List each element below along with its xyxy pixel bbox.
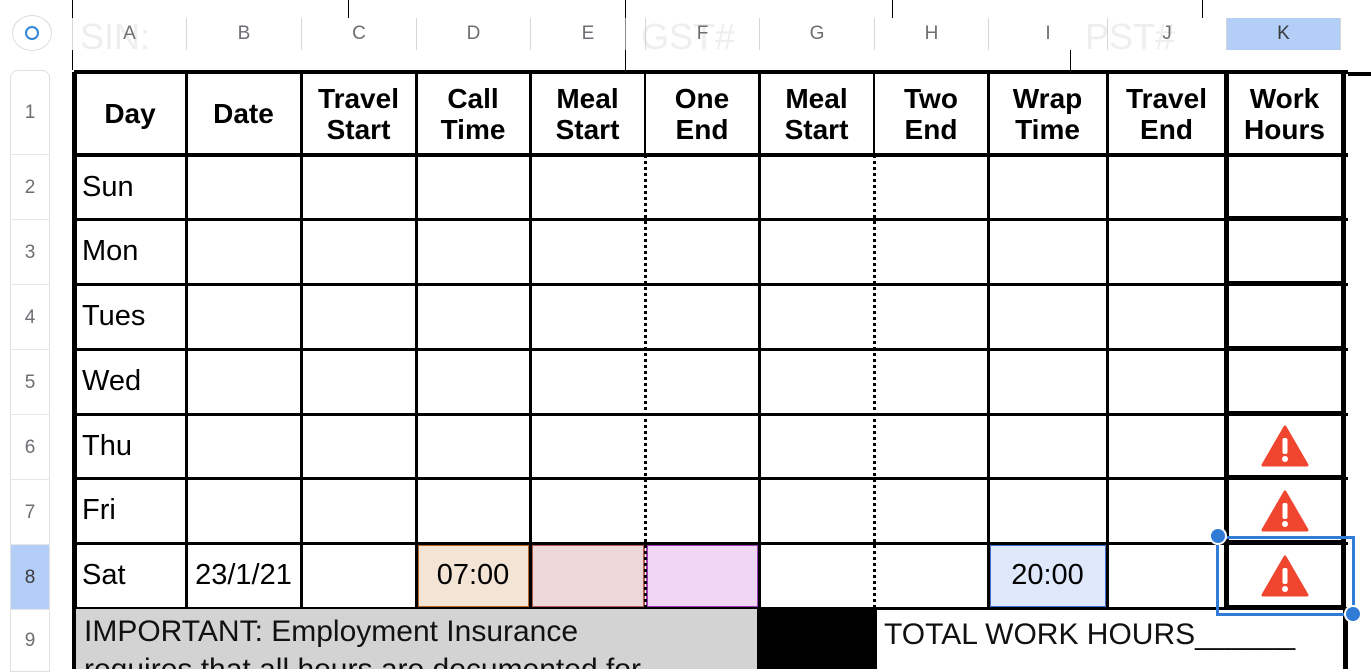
header-text: Work [1249,82,1320,114]
grid-col-line [873,72,875,155]
day-cell[interactable]: Sat [74,543,186,608]
header-text: Hours [1244,113,1325,145]
header-3: Call Time [416,72,530,155]
grid-col-line [758,72,761,608]
meal-start-cell-highlight[interactable] [531,544,645,608]
header-text: Two [904,82,958,114]
important-note-line2: requires that all hours are documented f… [84,653,641,669]
day-cell[interactable]: Fri [74,478,186,543]
header-text: Date [213,98,274,129]
day-cell[interactable]: Mon [74,219,186,284]
header-text: Time [440,113,506,145]
one-end-cell-highlight[interactable] [646,544,759,608]
header-0: Day [74,72,186,155]
header-text: Meal [785,82,848,114]
grid-row-line [74,477,1348,480]
work-hours-row-line [1226,475,1346,480]
header-text: Call [447,82,499,114]
grid-col-line [415,72,418,608]
grid-col-dashed [644,155,647,608]
work-hours-row-line [1226,346,1346,351]
important-note: IMPORTANT: Employment Insurance requires… [76,609,757,669]
selection-handle-top[interactable] [1209,527,1227,545]
header-text: Start [555,113,620,145]
grid-col-line [529,72,532,608]
header-4: Meal Start [530,72,645,155]
date-cell-sat[interactable]: 23/1/21 [186,543,301,608]
header-text: Day [104,98,156,129]
header-text: End [1140,113,1193,145]
work-hours-row-line [1226,216,1346,221]
grid-row-line [74,542,1348,545]
header-text: Travel [318,82,399,114]
header-1: Date [186,72,301,155]
grid-col-line [1224,72,1229,608]
header-2: Travel Start [301,72,416,155]
selection-handle-bottom[interactable] [1344,605,1362,623]
day-cell[interactable]: Sun [74,155,186,219]
header-10: Work Hours [1226,72,1343,155]
grid-col-line [1341,72,1346,608]
warning-icon[interactable] [1260,424,1310,468]
grid-col-line [987,72,990,608]
header-text: End [675,113,729,145]
grid-col-line [1106,72,1109,608]
header-text: Start [326,113,391,145]
warning-icon[interactable] [1260,489,1310,533]
total-work-hours-label: TOTAL WORK HOURS______ [884,618,1296,651]
grid-row-line [74,218,1348,221]
cell-selection-box[interactable] [1216,536,1355,616]
day-cell[interactable]: Thu [74,414,186,478]
wrap-time-cell-sat[interactable]: 20:00 [988,543,1107,608]
call-time-cell-sat[interactable]: 07:00 [416,543,530,608]
header-6: Meal Start [759,72,874,155]
black-block [757,607,877,669]
grid-row-line [74,348,1348,351]
header-7: Two End [874,72,988,155]
header-text: Travel [1126,82,1207,114]
header-text: End [904,113,958,145]
grid-row-line [74,283,1348,286]
header-text: One [674,82,730,114]
header-5: One End [645,72,759,155]
header-text: Wrap [1012,82,1083,114]
header-8: Wrap Time [988,72,1107,155]
grid-col-line [185,72,188,608]
grid-col-dashed [873,155,876,608]
header-9: Travel End [1107,72,1226,155]
grid-col-line [300,72,303,608]
work-hours-row-line [1226,281,1346,286]
important-note-line1: IMPORTANT: Employment Insurance [84,615,579,648]
grid-row-line [74,70,1348,74]
header-text: Meal [556,82,619,114]
grid-col-line [644,72,646,155]
grid-col-line [72,72,77,608]
work-hours-row-line [1226,411,1346,416]
grid-row-line [74,413,1348,416]
grid-row-line [74,153,1348,157]
day-cell[interactable]: Tues [74,284,186,349]
header-text: Start [784,113,849,145]
header-text: Time [1015,113,1080,145]
day-cell[interactable]: Wed [74,349,186,414]
sheet-edge [1348,72,1371,76]
timesheet-table: Day Date Travel Start Call Time Meal Start One En… [0,0,1371,669]
